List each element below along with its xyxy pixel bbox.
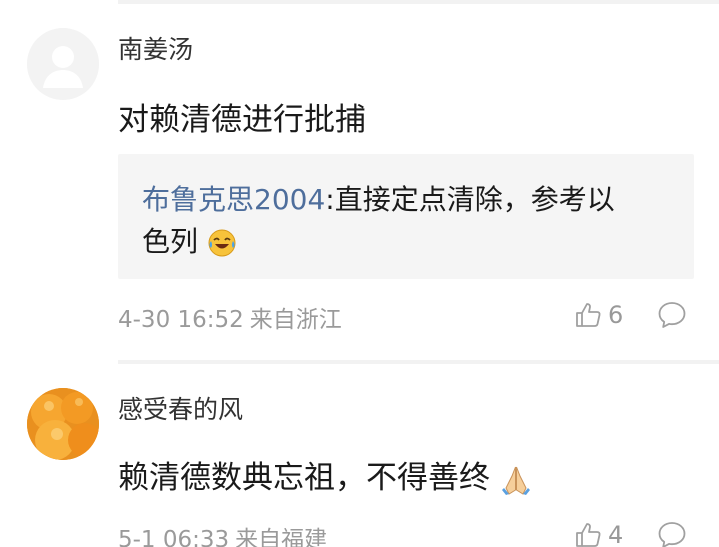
avatar[interactable] [27,28,99,100]
comment-divider [118,360,719,364]
reply-button[interactable] [656,519,688,547]
username[interactable]: 南姜汤 [118,30,193,66]
reply-author[interactable]: 布鲁克思2004 [142,183,325,216]
comment-bubble-icon [658,522,686,547]
avatar[interactable] [27,388,99,460]
laughing-tears-emoji-icon [208,229,236,257]
comment-meta: 5-1 06:33 来自福建 [118,520,327,547]
reply-line-2: 色列 [142,220,237,260]
comment-text-content: 赖清德数典忘祖，不得善终 [118,460,490,496]
username[interactable]: 感受春的风 [118,390,243,426]
comment-text: 对赖清德进行批捕 [118,102,366,138]
praying-hands-emoji-icon [501,466,530,495]
comment-location: 来自福建 [235,527,328,547]
top-divider [118,0,719,4]
comment-date: 5-1 06:33 [118,527,230,547]
reply-line-1: 布鲁克思2004:直接定点清除，参考以 [142,178,615,218]
oranges-avatar-icon [27,388,99,460]
reply-separator: : [325,183,335,216]
reply-box[interactable]: 布鲁克思2004:直接定点清除，参考以 色列 [118,154,694,279]
like-button[interactable]: 6 [574,299,623,331]
reply-button[interactable] [656,299,688,331]
reply-text: 直接定点清除，参考以 [334,183,615,216]
comment-meta: 4-30 16:52 来自浙江 [118,300,342,334]
thumbs-up-icon [576,523,601,547]
comment-text: 赖清德数典忘祖，不得善终 [118,452,532,497]
like-count: 6 [608,301,624,329]
like-button[interactable]: 4 [574,519,623,547]
comment-location: 来自浙江 [249,307,342,333]
default-avatar-icon [27,28,99,100]
comment-bubble-icon [658,302,686,328]
thumbs-up-icon [576,303,601,327]
comment-date: 4-30 16:52 [118,307,244,333]
like-count: 4 [608,521,624,547]
reply-text-continued: 色列 [142,225,199,258]
